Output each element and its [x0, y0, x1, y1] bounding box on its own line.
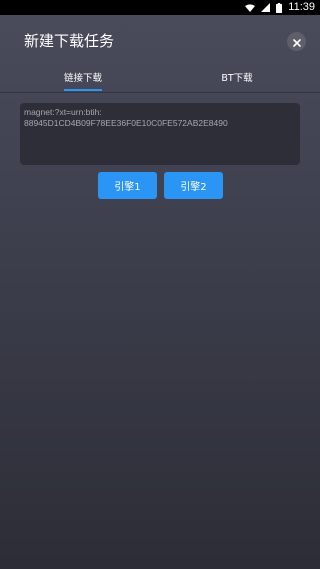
- status-bar: 11:39: [0, 0, 320, 15]
- active-tab-indicator: [64, 89, 102, 91]
- tabs-divider: [0, 92, 320, 93]
- status-icons: 11:39: [245, 0, 315, 15]
- download-tabs: 链接下载 BT下载: [0, 62, 320, 92]
- link-input-container: magnet:?xt=urn:btih: 88945D1CD4B09F78EE3…: [20, 103, 300, 165]
- tab-bt-download[interactable]: BT下载: [202, 62, 272, 92]
- status-time: 11:39: [288, 1, 315, 13]
- dialog-title: 新建下载任务: [24, 32, 115, 50]
- battery-icon: [276, 2, 283, 13]
- close-icon: [292, 32, 301, 51]
- wifi-icon: [245, 3, 256, 12]
- tab-link-download[interactable]: 链接下载: [48, 62, 118, 92]
- signal-icon: [261, 3, 271, 12]
- close-button[interactable]: [287, 32, 306, 51]
- engine2-button[interactable]: 引擎2: [164, 172, 223, 199]
- link-input[interactable]: magnet:?xt=urn:btih: 88945D1CD4B09F78EE3…: [24, 107, 296, 161]
- engine1-button[interactable]: 引擎1: [98, 172, 157, 199]
